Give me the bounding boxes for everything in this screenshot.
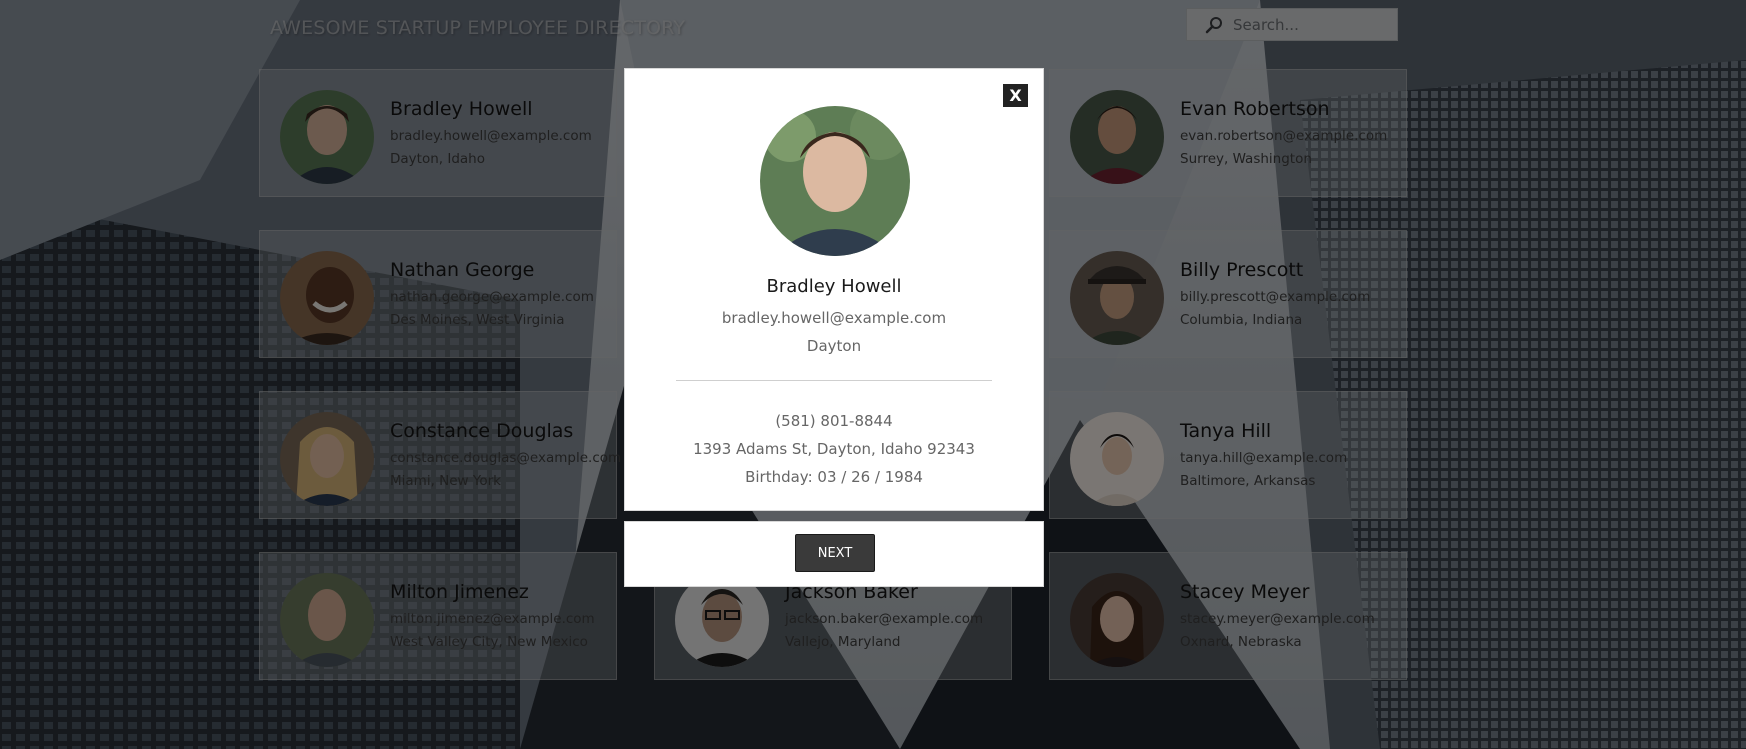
employee-modal: X Bradley Howell bradley.howell@example.… bbox=[624, 68, 1044, 511]
modal-phone: (581) 801-8844 bbox=[775, 412, 893, 430]
modal-city: Dayton bbox=[806, 337, 862, 355]
modal-name: Bradley Howell bbox=[766, 276, 902, 297]
app-window: AWESOME STARTUP EMPLOYEE DIRECTORY Bradl… bbox=[0, 0, 1746, 749]
modal-avatar bbox=[760, 106, 910, 256]
close-button[interactable]: X bbox=[1003, 84, 1028, 107]
modal-address: 1393 Adams St, Dayton, Idaho 92343 bbox=[693, 440, 975, 458]
modal-birthday: Birthday: 03 / 26 / 1984 bbox=[745, 468, 923, 486]
modal-footer: NEXT bbox=[624, 521, 1044, 587]
modal-email: bradley.howell@example.com bbox=[721, 309, 947, 327]
next-button[interactable]: NEXT bbox=[795, 534, 875, 572]
modal-divider bbox=[676, 380, 992, 381]
